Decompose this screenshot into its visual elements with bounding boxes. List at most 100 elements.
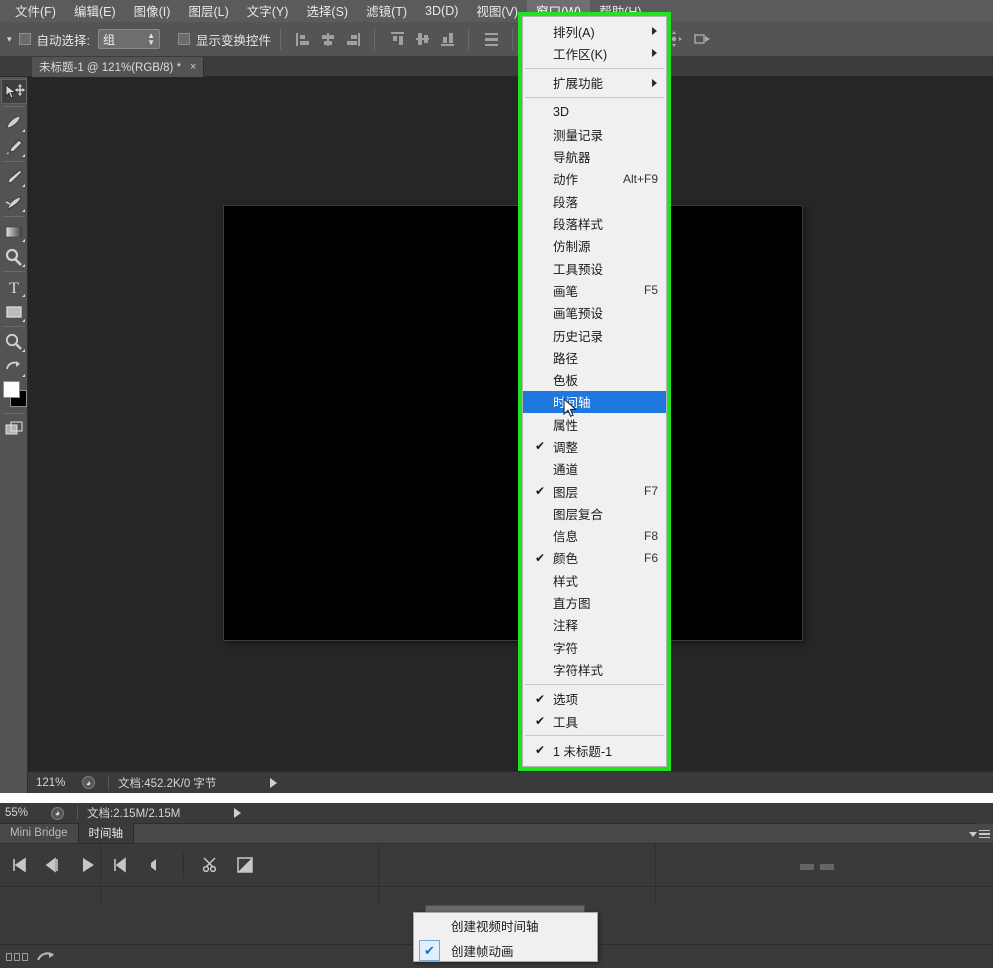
window-menu-item-label: 3D [553,105,569,120]
split-at-playhead-button[interactable] [199,854,223,876]
window-menu-item-6[interactable]: 动作 Alt+F9 [523,168,666,190]
window-menu-item-2[interactable]: 扩展功能 [523,72,666,94]
options-separator-1 [280,28,282,50]
window-menu-item-18[interactable]: ✔ 调整 [523,435,666,457]
panel-menu-icon[interactable] [969,827,990,841]
foreground-color-swatch[interactable] [2,381,20,398]
window-menu-item-8[interactable]: 段落样式 [523,212,666,234]
window-menu-item-label: 注释 [553,619,579,634]
show-transform-label: 显示变换控件 [196,33,272,48]
auto-select-checkbox[interactable] [18,33,31,45]
window-menu-item-22[interactable]: 信息 F8 [523,525,666,547]
timeline-mode-option-1[interactable]: ✔ 创建帧动画 [414,938,597,963]
color-swatches[interactable] [2,381,27,411]
rectangle-shape-tool[interactable] [1,299,27,324]
bottom-status-menu-arrow-icon[interactable] [234,808,242,818]
window-menu-item-label: 段落样式 [553,218,604,233]
window-menu-item-5[interactable]: 导航器 [523,145,666,167]
window-menu-item-11[interactable]: 画笔 F5 [523,279,666,301]
brush-tool[interactable] [1,164,27,189]
tools-panel: T [0,77,28,793]
healing-brush-tool[interactable] [1,109,27,134]
window-menu-item-23[interactable]: ✔ 颜色 F6 [523,547,666,569]
go-to-first-frame-button[interactable] [8,854,32,876]
zoom-3d-icon[interactable] [692,30,712,48]
window-menu-item-15[interactable]: 色板 [523,368,666,390]
gradient-tool[interactable] [1,219,27,244]
menu-7[interactable]: 3D(D) [416,2,467,21]
window-menu-item-13[interactable]: 历史记录 [523,324,666,346]
window-menu-item-17[interactable]: 属性 [523,413,666,435]
document-canvas[interactable] [224,206,802,640]
select-previous-frame-button[interactable] [42,854,66,876]
window-menu-item-29[interactable]: ✔ 选项 [523,688,666,710]
window-menu-item-4[interactable]: 测量记录 [523,123,666,145]
auto-select-dropdown[interactable]: 组 ▲ ▼ [98,29,161,49]
menu-5[interactable]: 选择(S) [297,0,357,23]
distribute-top-icon[interactable] [482,31,499,48]
window-menu-item-0[interactable]: 排列(A) [523,20,666,42]
window-menu-item-14[interactable]: 路径 [523,346,666,368]
clone-stamp-tool[interactable] [1,189,27,214]
select-next-frame-button[interactable] [110,854,134,876]
window-menu-item-1[interactable]: 工作区(K) [523,42,666,64]
window-menu-item-19[interactable]: 通道 [523,458,666,480]
rotate-view-tool[interactable] [1,354,27,379]
frames-view-icon[interactable] [6,952,28,961]
align-left-edges-icon[interactable] [294,31,311,48]
window-menu-item-3[interactable]: 3D [523,101,666,123]
window-menu-item-20[interactable]: ✔ 图层 F7 [523,480,666,502]
window-menu-item-label: 历史记录 [553,329,604,344]
window-menu-item-7[interactable]: 段落 [523,190,666,212]
align-horizontal-centers-icon[interactable] [319,31,336,48]
show-transform-checkbox[interactable] [178,33,191,45]
align-top-edges-icon[interactable] [388,31,405,48]
timeline-mode-option-0[interactable]: 创建视频时间轴 [414,913,597,938]
panel-tab-0[interactable]: Mini Bridge [0,823,79,843]
play-animation-button[interactable] [76,854,100,876]
menu-2[interactable]: 图像(I) [125,0,180,23]
transition-button[interactable] [233,854,257,876]
menu-3[interactable]: 图层(L) [179,0,237,23]
bottom-zoom-level[interactable]: 55% [5,807,51,819]
panel-tab-1[interactable]: 时间轴 [78,823,135,843]
align-vertical-centers-icon[interactable] [413,31,430,48]
window-menu-item-10[interactable]: 工具预设 [523,257,666,279]
window-menu-item-30[interactable]: ✔ 工具 [523,710,666,732]
menu-shortcut: F7 [643,484,658,499]
window-menu-item-9[interactable]: 仿制源 [523,235,666,257]
canvas-workspace[interactable]: 121% ◕ 文档:452.2K/0 字节 [28,77,993,793]
status-menu-arrow-icon[interactable] [270,777,278,788]
screen-mode-tool[interactable] [1,416,27,441]
convert-to-timeline-icon[interactable] [36,950,56,964]
menu-6[interactable]: 滤镜(T) [357,0,416,23]
align-bottom-edges-icon[interactable] [438,31,455,48]
timeline-mode-option-label: 创建帧动画 [451,945,514,959]
move-tool[interactable] [0,79,27,104]
menu-4[interactable]: 文字(Y) [238,0,298,23]
close-icon[interactable]: × [190,61,196,73]
eyedropper-tool[interactable] [1,134,27,159]
bottom-status-separator [77,806,78,820]
document-tab[interactable]: 未标题-1 @ 121%(RGB/8) * × [32,57,205,77]
dodge-tool[interactable] [1,244,27,269]
window-menu-item-26[interactable]: 注释 [523,614,666,636]
window-menu-item-31[interactable]: ✔ 1 未标题-1 [523,739,666,761]
tool-preset-chevron-icon[interactable]: ▾ [4,34,19,45]
zoom-level[interactable]: 121% [36,777,82,789]
window-menu-item-label: 导航器 [553,151,591,166]
menu-0[interactable]: 文件(F) [6,0,65,23]
audio-mute-button[interactable] [144,854,168,876]
type-tool[interactable]: T [1,274,27,299]
window-menu-item-16[interactable]: 时间轴 [523,390,666,414]
zoom-tool[interactable] [1,329,27,354]
timeline-divider-3 [655,844,656,904]
window-menu-item-12[interactable]: 画笔预设 [523,302,666,324]
menu-1[interactable]: 编辑(E) [65,0,125,23]
window-menu-item-27[interactable]: 字符 [523,636,666,658]
window-menu-item-21[interactable]: 图层复合 [523,502,666,524]
align-right-edges-icon[interactable] [344,31,361,48]
window-menu-item-28[interactable]: 字符样式 [523,658,666,680]
window-menu-item-25[interactable]: 直方图 [523,591,666,613]
window-menu-item-24[interactable]: 样式 [523,569,666,591]
